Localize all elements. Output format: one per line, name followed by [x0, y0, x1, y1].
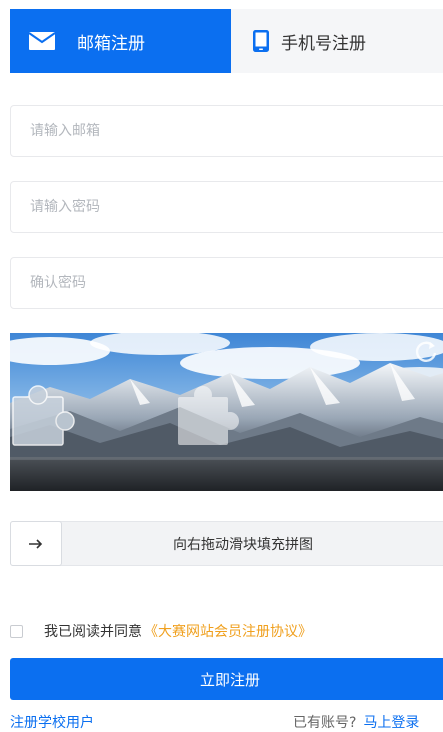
- tab-email-label: 邮箱注册: [77, 33, 145, 54]
- agreement-row: 我已阅读并同意 《大赛网站会员注册协议》: [10, 622, 312, 640]
- captcha-slider-track: 向右拖动滑块填充拼图: [10, 521, 443, 566]
- tab-phone-register[interactable]: 手机号注册: [231, 9, 443, 73]
- mobile-phone-icon: [253, 30, 269, 52]
- register-button[interactable]: 立即注册: [10, 658, 443, 700]
- slider-handle[interactable]: [10, 521, 62, 566]
- captcha-puzzle-image: [10, 333, 443, 491]
- school-register-link[interactable]: 注册学校用户: [10, 712, 94, 732]
- refresh-icon[interactable]: [411, 336, 441, 366]
- slider-hint-text: 向右拖动滑块填充拼图: [173, 536, 313, 553]
- email-input[interactable]: [10, 105, 443, 157]
- tab-phone-label: 手机号注册: [281, 33, 366, 54]
- agreement-checkbox[interactable]: [10, 624, 23, 638]
- login-prompt: 已有账号? 马上登录: [293, 712, 419, 732]
- envelope-icon: [29, 32, 55, 50]
- agreement-text: 我已阅读并同意: [44, 624, 142, 640]
- register-tabs: 邮箱注册 手机号注册: [10, 9, 443, 73]
- agreement-link[interactable]: 《大赛网站会员注册协议》: [144, 621, 312, 641]
- password-input[interactable]: [10, 181, 443, 233]
- confirm-password-input[interactable]: [10, 257, 443, 309]
- arrow-right-icon: [29, 538, 43, 549]
- mountain-scene-image: [10, 333, 443, 491]
- tab-email-register[interactable]: 邮箱注册: [10, 9, 231, 73]
